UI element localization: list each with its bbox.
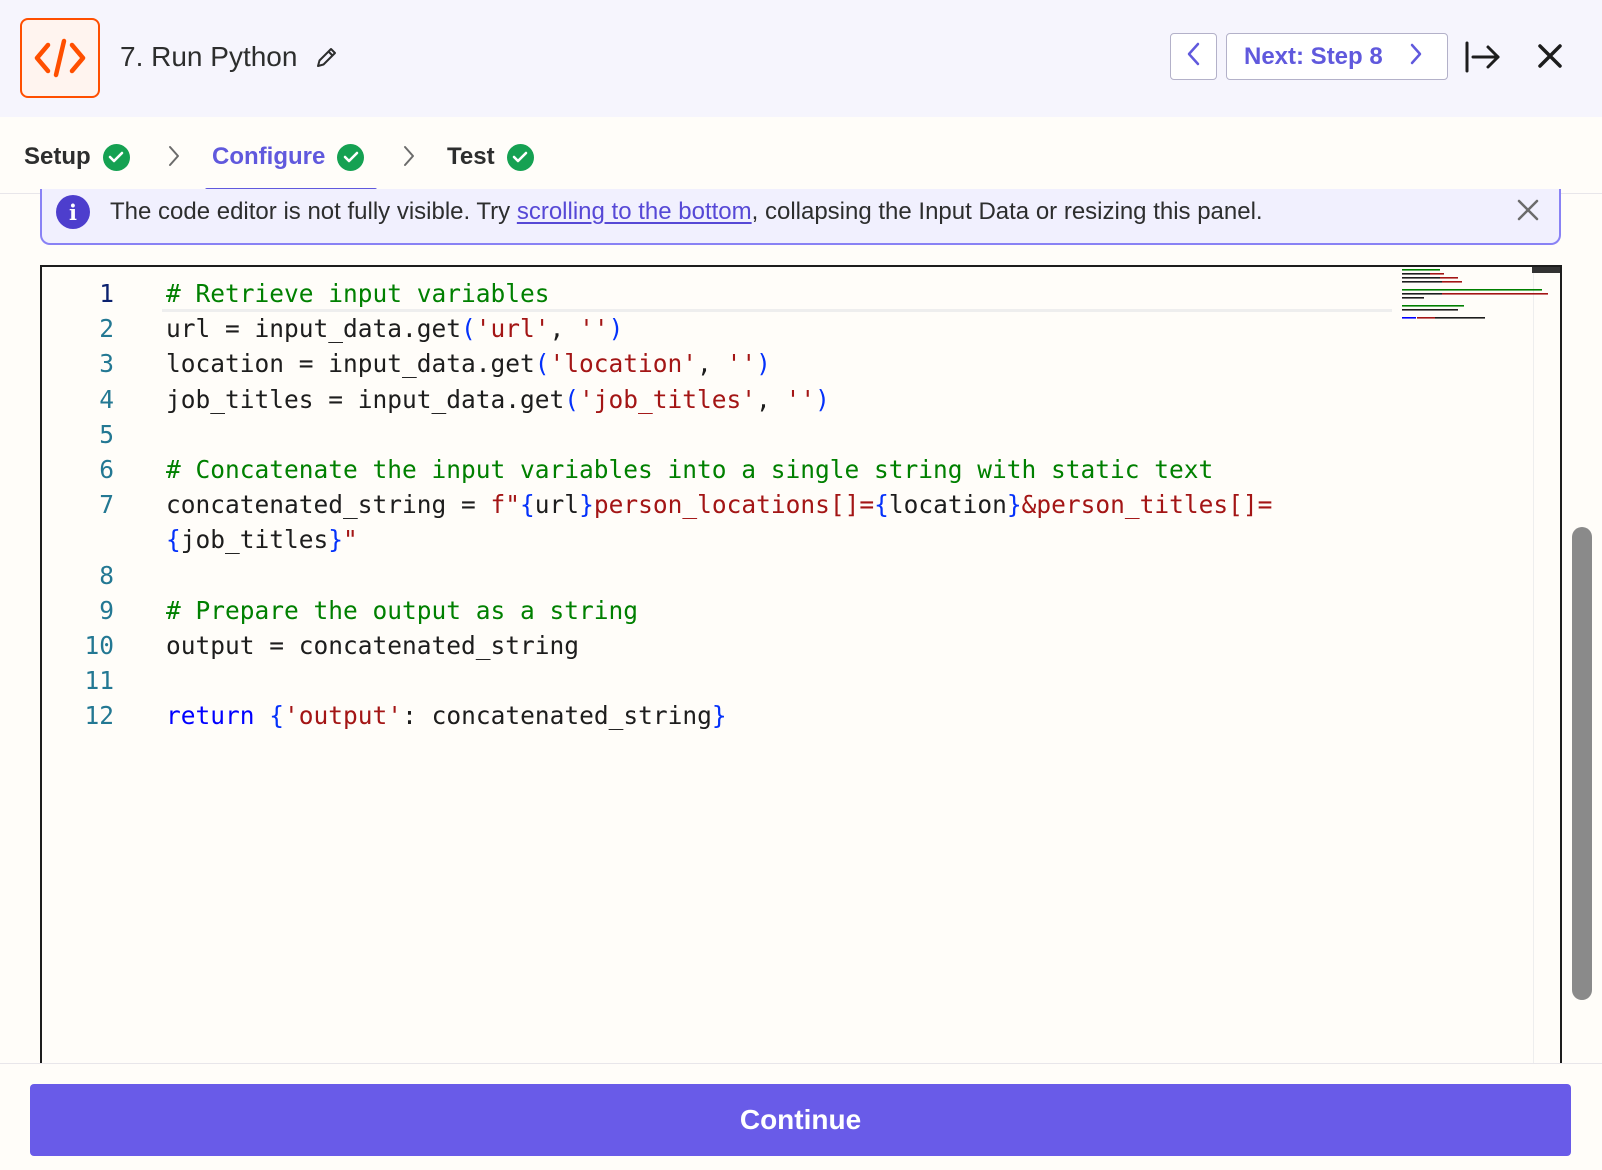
code-line: output = concatenated_string	[166, 631, 580, 660]
line-number: 9	[99, 595, 114, 625]
footer: Continue	[0, 1063, 1602, 1170]
chevron-right-icon	[1409, 42, 1423, 71]
step-header: 7. Run Python Next: Step 8	[0, 0, 1602, 117]
tab-setup[interactable]: Setup	[24, 137, 130, 177]
code-line: # Prepare the output as a string	[166, 595, 639, 625]
code-line: {job_titles}"	[166, 525, 358, 555]
notice-text-after: , collapsing the Input Data or resizing …	[751, 198, 1263, 225]
tab-configure[interactable]: Configure	[212, 137, 365, 177]
line-number: 10	[84, 631, 114, 660]
tab-label: Setup	[24, 143, 91, 170]
notice-text: The code editor is not fully visible. Tr…	[110, 195, 1263, 229]
collapse-panel-icon[interactable]	[1463, 39, 1503, 75]
check-circle-icon	[337, 143, 365, 171]
close-icon[interactable]	[1535, 41, 1565, 71]
check-circle-icon	[102, 143, 130, 171]
code-line: url = input_data.get('url', '')	[166, 314, 624, 344]
line-number	[42, 522, 114, 558]
code-line: return {'output': concatenated_string}	[166, 701, 727, 731]
page-scrollbar[interactable]	[1572, 527, 1592, 1000]
code-editor[interactable]: 1 # Retrieve input variables 2 url = input_…	[40, 265, 1562, 1075]
line-number: 4	[99, 384, 114, 414]
check-circle-icon	[506, 143, 534, 171]
pencil-icon[interactable]	[315, 45, 339, 69]
info-icon: i	[56, 195, 90, 229]
code-line: location = input_data.get('location', ''…	[166, 349, 771, 379]
code-line: # Retrieve input variables	[166, 279, 550, 308]
line-number: 1	[99, 279, 114, 308]
tab-label: Configure	[212, 143, 326, 170]
line-number: 2	[99, 314, 114, 344]
line-number: 7	[99, 490, 114, 520]
step-tabs: Setup Configure Test	[0, 117, 1602, 194]
tab-test[interactable]: Test	[447, 137, 534, 177]
close-icon[interactable]	[1513, 195, 1543, 225]
scroll-to-bottom-link[interactable]: scrolling to the bottom	[517, 198, 752, 225]
chevron-right-icon	[164, 141, 184, 171]
line-number: 12	[84, 701, 114, 731]
chevron-right-icon	[399, 141, 419, 171]
line-number: 5	[99, 419, 114, 449]
code-minimap[interactable]	[1397, 267, 1562, 337]
code-line: # Concatenate the input variables into a…	[166, 455, 1214, 484]
step-title: 7. Run Python	[120, 41, 298, 72]
notice-text-before: The code editor is not fully visible. Tr…	[110, 198, 517, 225]
code-icon	[20, 18, 100, 98]
previous-step-button[interactable]	[1170, 33, 1217, 80]
code-line: concatenated_string = f"{url}person_loca…	[166, 490, 1273, 520]
minimap-border	[1533, 267, 1534, 1075]
line-number: 3	[99, 349, 114, 379]
line-number: 6	[99, 455, 114, 484]
line-number: 8	[99, 560, 114, 590]
next-step-button[interactable]: Next: Step 8	[1226, 33, 1448, 80]
chevron-left-icon	[1186, 41, 1202, 72]
editor-visibility-notice: i The code editor is not fully visible. …	[40, 189, 1561, 245]
tab-label: Test	[447, 143, 495, 170]
code-line: job_titles = input_data.get('job_titles'…	[166, 384, 830, 414]
line-number: 11	[84, 666, 114, 696]
continue-button[interactable]: Continue	[30, 1084, 1571, 1156]
next-step-label: Next: Step 8	[1244, 42, 1383, 70]
